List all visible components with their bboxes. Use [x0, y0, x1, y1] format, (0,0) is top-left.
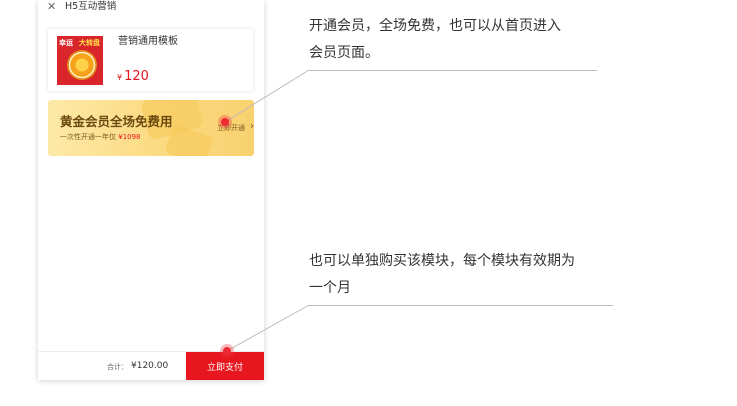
member-annotation: 开通会员，全场免费，也可以从首页进入 会员页面。	[309, 13, 561, 67]
purchase-annotation-line1: 也可以单独购买该模块，每个模块有效期为	[309, 253, 575, 269]
member-annotation-line1: 开通会员，全场免费，也可以从首页进入	[309, 18, 561, 34]
member-hotspot	[218, 115, 232, 129]
member-leader-line	[224, 69, 310, 123]
purchase-annotation: 也可以单独购买该模块，每个模块有效期为 一个月	[309, 248, 575, 302]
pay-hotspot	[220, 344, 234, 358]
purchase-annotation-underline	[309, 305, 613, 306]
member-annotation-line2: 会员页面。	[309, 45, 379, 61]
purchase-annotation-line2: 一个月	[309, 280, 351, 296]
member-annotation-underline	[309, 70, 597, 71]
purchase-leader-line	[226, 304, 310, 352]
